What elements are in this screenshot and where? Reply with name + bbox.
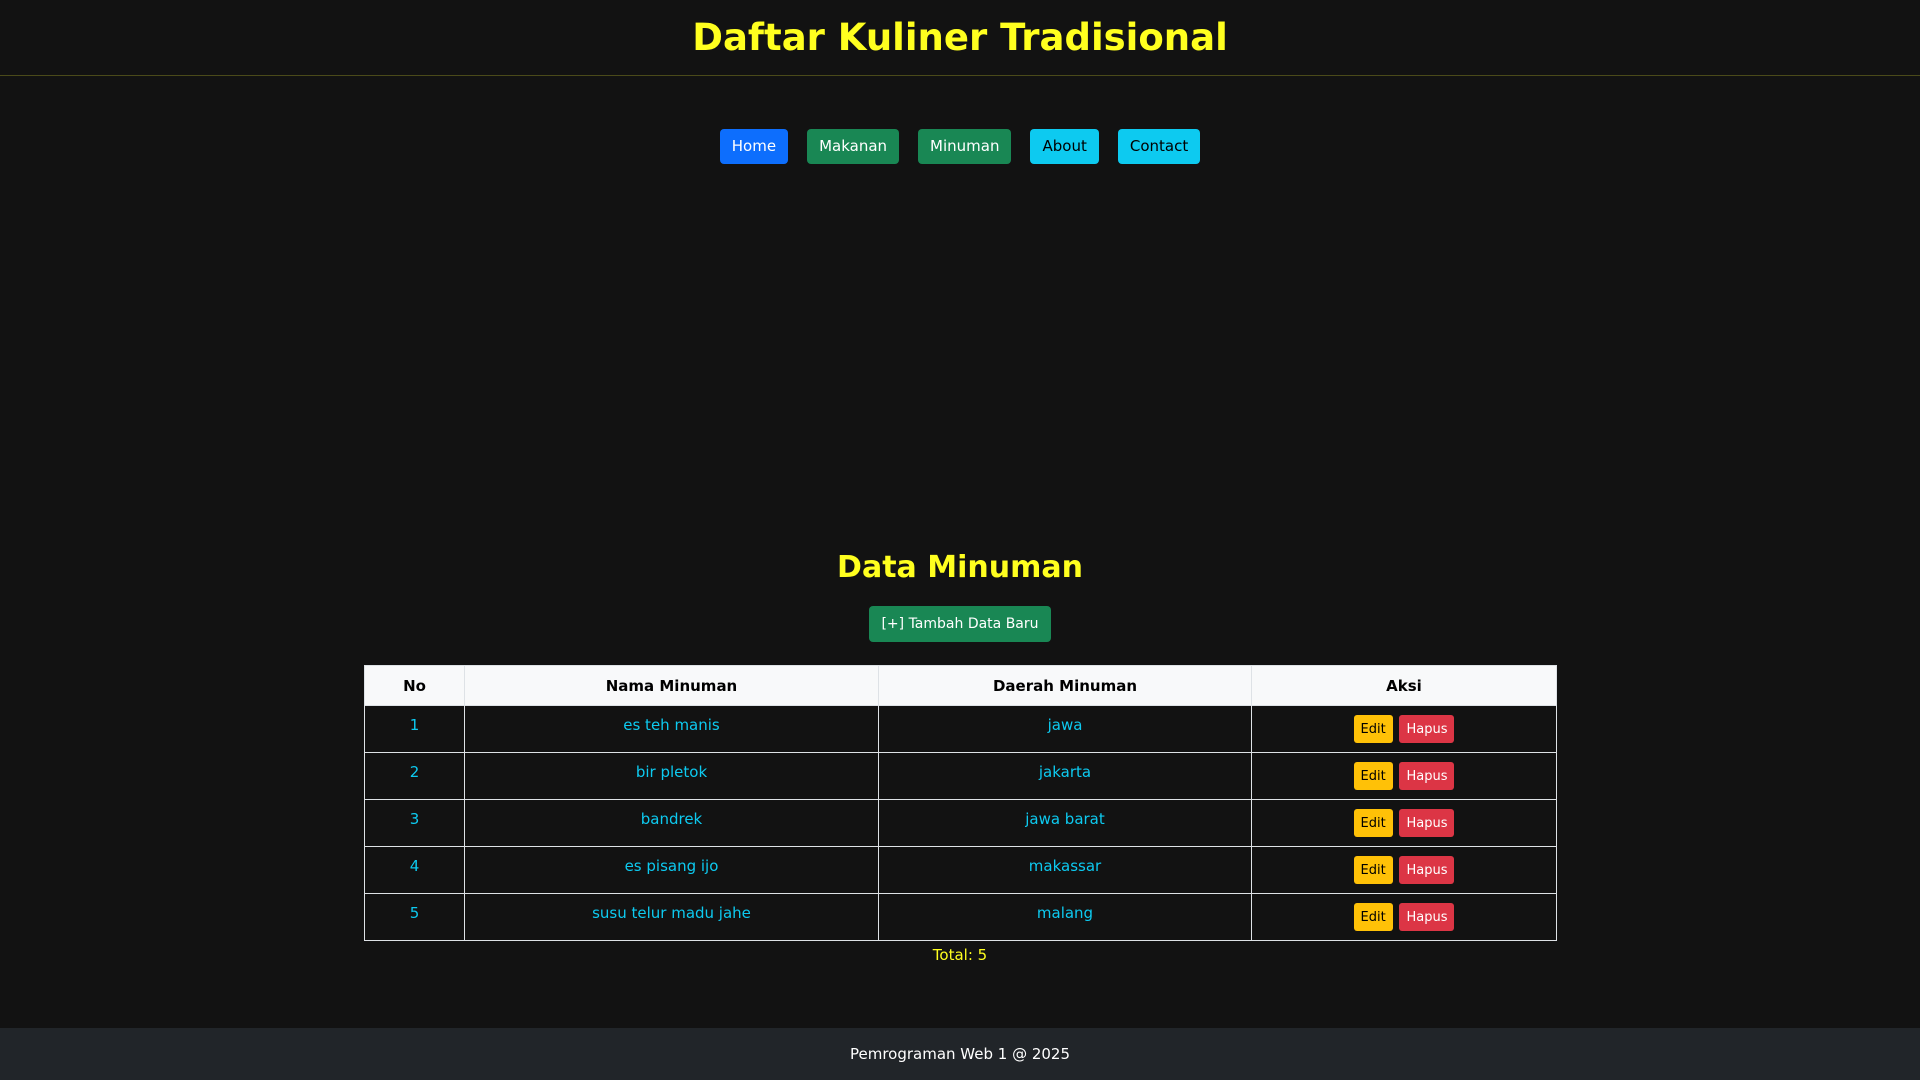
site-header: Daftar Kuliner Tradisional xyxy=(0,0,1920,76)
table-row: 3 bandrek jawa barat Edit Hapus xyxy=(364,799,1557,847)
drink-name: susu telur madu jahe xyxy=(464,893,879,941)
row-number: 1 xyxy=(364,705,465,753)
add-button-container: [+] Tambah Data Baru xyxy=(0,606,1920,642)
drink-region: jawa barat xyxy=(878,799,1252,847)
row-actions: Edit Hapus xyxy=(1251,705,1557,753)
edit-button[interactable]: Edit xyxy=(1353,715,1393,743)
section-title: Data Minuman xyxy=(837,550,1083,585)
main-nav: Home Makanan Minuman About Contact xyxy=(0,129,1920,164)
footer-text: Pemrograman Web 1 @ 2025 xyxy=(849,1045,1071,1063)
edit-button[interactable]: Edit xyxy=(1353,809,1393,837)
column-header-daerah: Daerah Minuman xyxy=(878,665,1252,706)
drink-region: jakarta xyxy=(878,752,1252,800)
nav-makanan-button[interactable]: Makanan xyxy=(807,129,900,164)
table-row: 5 susu telur madu jahe malang Edit Hapus xyxy=(364,893,1557,941)
edit-button[interactable]: Edit xyxy=(1353,903,1393,931)
site-title: Daftar Kuliner Tradisional xyxy=(692,16,1228,59)
table-header-row: No Nama Minuman Daerah Minuman Aksi xyxy=(364,665,1557,706)
nav-minuman-button[interactable]: Minuman xyxy=(918,129,1012,164)
column-header-nama: Nama Minuman xyxy=(464,665,879,706)
add-data-button[interactable]: [+] Tambah Data Baru xyxy=(869,606,1051,642)
row-actions: Edit Hapus xyxy=(1251,846,1557,894)
row-actions: Edit Hapus xyxy=(1251,893,1557,941)
delete-button[interactable]: Hapus xyxy=(1399,762,1455,790)
drink-region: malang xyxy=(878,893,1252,941)
table-row: 2 bir pletok jakarta Edit Hapus xyxy=(364,752,1557,800)
row-number: 3 xyxy=(364,799,465,847)
drinks-table: No Nama Minuman Daerah Minuman Aksi 1 es… xyxy=(364,665,1557,941)
nav-contact-button[interactable]: Contact xyxy=(1117,129,1201,164)
row-number: 4 xyxy=(364,846,465,894)
total-count: Total: 5 xyxy=(932,946,988,964)
column-header-no: No xyxy=(364,665,465,706)
site-footer: Pemrograman Web 1 @ 2025 xyxy=(0,1028,1920,1080)
page: Daftar Kuliner Tradisional Home Makanan … xyxy=(0,0,1920,1080)
row-actions: Edit Hapus xyxy=(1251,799,1557,847)
delete-button[interactable]: Hapus xyxy=(1399,809,1455,837)
nav-about-button[interactable]: About xyxy=(1030,129,1099,164)
drink-region: jawa xyxy=(878,705,1252,753)
row-actions: Edit Hapus xyxy=(1251,752,1557,800)
delete-button[interactable]: Hapus xyxy=(1399,715,1455,743)
edit-button[interactable]: Edit xyxy=(1353,762,1393,790)
table-row: 1 es teh manis jawa Edit Hapus xyxy=(364,705,1557,753)
delete-button[interactable]: Hapus xyxy=(1399,903,1455,931)
row-number: 5 xyxy=(364,893,465,941)
drink-region: makassar xyxy=(878,846,1252,894)
row-number: 2 xyxy=(364,752,465,800)
table-row: 4 es pisang ijo makassar Edit Hapus xyxy=(364,846,1557,894)
delete-button[interactable]: Hapus xyxy=(1399,856,1455,884)
drink-name: es pisang ijo xyxy=(464,846,879,894)
drink-name: es teh manis xyxy=(464,705,879,753)
edit-button[interactable]: Edit xyxy=(1353,856,1393,884)
drink-name: bir pletok xyxy=(464,752,879,800)
nav-home-button[interactable]: Home xyxy=(719,129,789,164)
drink-name: bandrek xyxy=(464,799,879,847)
column-header-aksi: Aksi xyxy=(1251,665,1557,706)
